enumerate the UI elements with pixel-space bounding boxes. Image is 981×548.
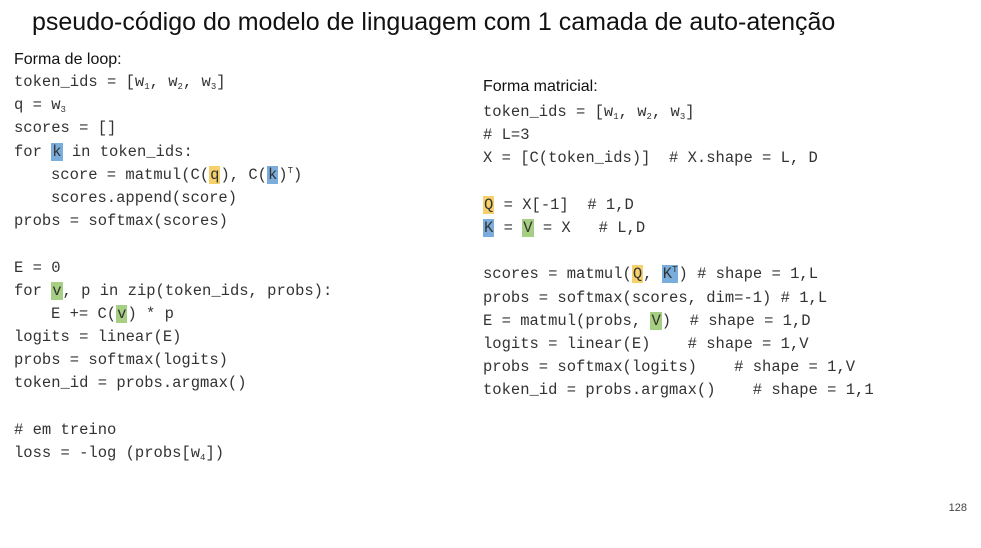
code-line: for v, p in zip(token_ids, probs): [14,281,333,300]
code-line: scores = matmul(Q, KT) # shape = 1,L [483,265,818,284]
key-highlight: k [51,142,63,161]
code-line: probs = softmax(logits) # shape = 1,V [483,358,856,377]
code-line: E = 0 [14,258,61,277]
loop-form-code: token_ids = [w1, w2, w3] q = w3 scores =… [14,71,332,465]
code-line: probs = softmax(scores) [14,212,228,231]
code-line: token_ids = [w1, w2, w3] [483,103,695,122]
code-line: E += C(v) * p [51,304,174,323]
code-line: q = w3 [14,96,66,116]
page-number: 128 [948,502,967,514]
code-line: token_id = probs.argmax() # shape = 1,1 [483,381,874,400]
value-highlight: V [650,311,662,330]
query-highlight: q [209,165,221,184]
key-highlight: K [483,218,495,237]
value-highlight: v [51,281,63,300]
code-line: X = [C(token_ids)] # X.shape = L, D [483,149,818,168]
value-highlight: V [522,218,534,237]
slide-title: pseudo-código do modelo de linguagem com… [32,8,836,36]
key-highlight: KT [661,265,679,284]
code-line: probs = softmax(logits) [14,351,228,370]
code-line: score = matmul(C(q), C(k)T) [51,165,303,184]
code-line: logits = linear(E) # shape = 1,V [483,334,809,353]
code-line: # L=3 [483,126,530,145]
code-line: # em treino [14,420,117,439]
key-highlight: k [266,165,279,184]
code-line: probs = softmax(scores, dim=-1) # 1,L [483,288,828,307]
loop-form-heading: Forma de loop: [14,51,122,68]
code-line: token_ids = [w1, w2, w3] [14,73,226,92]
code-line: loss = -log (probs[w4]) [14,444,225,463]
value-highlight: v [116,304,128,323]
matrix-form-heading: Forma matricial: [483,78,598,95]
code-line: Q = X[-1] # 1,D [483,195,634,214]
code-line: scores = [] [14,119,117,138]
query-highlight: Q [631,265,644,284]
code-line: K = V = X # L,D [483,218,646,237]
code-line: for k in token_ids: [14,142,193,161]
matrix-form-code: token_ids = [w1, w2, w3] # L=3 X = [C(to… [483,101,874,402]
code-line: E = matmul(probs, V) # shape = 1,D [483,311,811,330]
query-highlight: Q [483,195,495,214]
code-line: scores.append(score) [51,188,238,207]
code-line: logits = linear(E) [14,328,182,347]
code-line: token_id = probs.argmax() [14,374,247,393]
